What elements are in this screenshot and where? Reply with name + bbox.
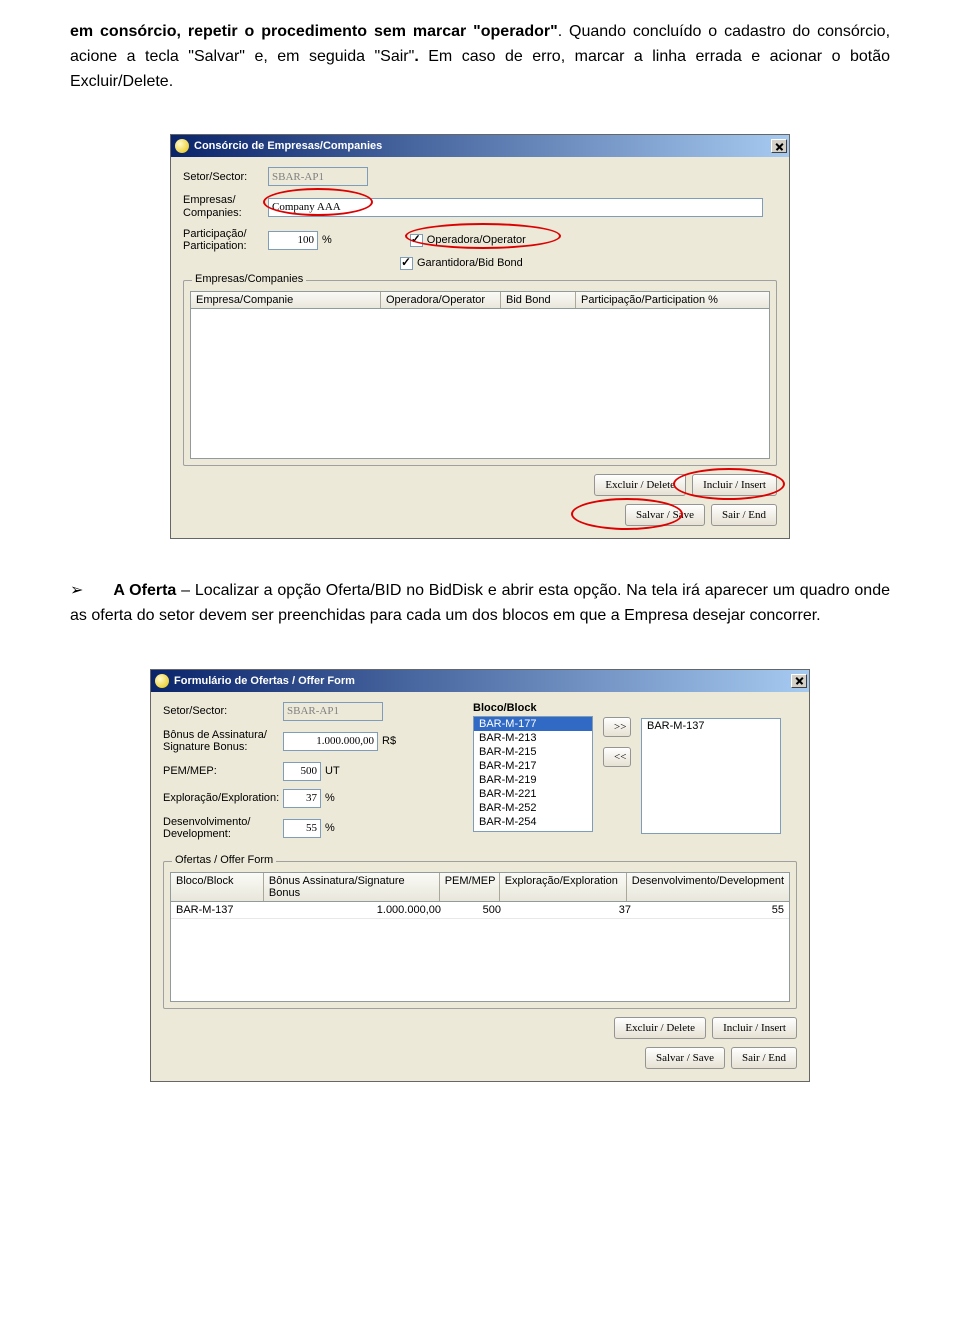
th-operadora[interactable]: Operadora/Operator xyxy=(381,292,501,308)
dev-unit: % xyxy=(325,822,335,834)
list-item[interactable]: BAR-M-177 xyxy=(474,717,592,731)
th-expl[interactable]: Exploração/Exploration xyxy=(500,873,627,901)
partic-unit: % xyxy=(322,234,332,246)
bullet-arrow-icon: ➢ xyxy=(70,582,83,599)
operadora-label: Operadora/Operator xyxy=(427,234,526,246)
oferta-text: – Localizar a opção Oferta/BID no BidDis… xyxy=(70,582,890,624)
operadora-checkbox[interactable]: Operadora/Operator xyxy=(410,234,526,247)
sair-button[interactable]: Sair / End xyxy=(711,504,777,526)
dev-input[interactable] xyxy=(283,819,321,838)
table-header: Empresa/Companie Operadora/Operator Bid … xyxy=(190,291,770,309)
bidbond-checkbox[interactable]: Garantidora/Bid Bond xyxy=(400,257,523,270)
bloco-selected-list[interactable]: BAR-M-137 xyxy=(641,718,781,834)
salvar-button[interactable]: Salvar / Save xyxy=(645,1047,725,1069)
empresas-groupbox: Empresas/Companies Empresa/Companie Oper… xyxy=(183,280,777,466)
table-row[interactable]: BAR-M-137 1.000.000,00 500 37 55 xyxy=(171,902,789,919)
list-item[interactable]: BAR-M-252 xyxy=(474,801,592,815)
intro-bold-dot: . xyxy=(414,48,428,65)
app-icon xyxy=(155,674,169,688)
list-item[interactable]: BAR-M-137 xyxy=(642,719,780,733)
incluir-button[interactable]: Incluir / Insert xyxy=(712,1017,797,1039)
label-bonus: Bônus de Assinatura/ Signature Bonus: xyxy=(163,729,283,754)
list-item[interactable]: BAR-M-213 xyxy=(474,731,592,745)
bonus-input[interactable] xyxy=(283,732,378,751)
sair-button[interactable]: Sair / End xyxy=(731,1047,797,1069)
checkbox-icon xyxy=(410,234,423,247)
th-empresa[interactable]: Empresa/Companie xyxy=(191,292,381,308)
move-left-button[interactable]: << xyxy=(603,747,631,767)
list-item[interactable]: BAR-M-256 xyxy=(474,829,592,832)
empresa-input[interactable] xyxy=(268,198,763,217)
expl-unit: % xyxy=(325,792,335,804)
label-empresas: Empresas/ Companies: xyxy=(183,194,268,219)
list-item[interactable]: BAR-M-217 xyxy=(474,759,592,773)
oferta-paragraph: ➢ A Oferta – Localizar a opção Oferta/BID… xyxy=(70,579,890,629)
move-right-button[interactable]: >> xyxy=(603,717,631,737)
incluir-button[interactable]: Incluir / Insert xyxy=(692,474,777,496)
excluir-button[interactable]: Excluir / Delete xyxy=(594,474,686,496)
excluir-button[interactable]: Excluir / Delete xyxy=(614,1017,706,1039)
label-expl: Exploração/Exploration: xyxy=(163,792,283,804)
label-partic: Participação/ Participation: xyxy=(183,228,268,253)
table-body[interactable]: BAR-M-137 1.000.000,00 500 37 55 xyxy=(170,902,790,1002)
th-bidbond[interactable]: Bid Bond xyxy=(501,292,576,308)
salvar-button[interactable]: Salvar / Save xyxy=(625,504,705,526)
th-bonus[interactable]: Bônus Assinatura/Signature Bonus xyxy=(264,873,440,901)
td-bonus: 1.000.000,00 xyxy=(266,902,446,918)
close-icon[interactable] xyxy=(791,674,807,688)
td-expl: 37 xyxy=(506,902,636,918)
label-bloco: Bloco/Block xyxy=(473,702,593,714)
intro-paragraph: em consórcio, repetir o procedimento sem… xyxy=(70,20,890,94)
intro-bold-1: em consórcio, repetir o procedimento sem… xyxy=(70,23,558,40)
consorcio-window: Consórcio de Empresas/Companies Setor/Se… xyxy=(170,134,790,539)
window-title: Consórcio de Empresas/Companies xyxy=(194,140,771,152)
th-bloco[interactable]: Bloco/Block xyxy=(171,873,264,901)
groupbox-legend: Ofertas / Offer Form xyxy=(172,854,276,866)
expl-input[interactable] xyxy=(283,789,321,808)
pem-unit: UT xyxy=(325,765,340,777)
groupbox-legend: Empresas/Companies xyxy=(192,273,306,285)
td-bloco: BAR-M-137 xyxy=(171,902,266,918)
close-icon[interactable] xyxy=(771,139,787,153)
pem-input[interactable] xyxy=(283,762,321,781)
label-setor: Setor/Sector: xyxy=(163,705,283,718)
window-title: Formulário de Ofertas / Offer Form xyxy=(174,675,791,687)
list-item[interactable]: BAR-M-254 xyxy=(474,815,592,829)
bidbond-label: Garantidora/Bid Bond xyxy=(417,257,523,269)
ofertas-groupbox: Ofertas / Offer Form Bloco/Block Bônus A… xyxy=(163,861,797,1009)
table-header: Bloco/Block Bônus Assinatura/Signature B… xyxy=(170,872,790,902)
td-dev: 55 xyxy=(636,902,789,918)
th-dev[interactable]: Desenvolvimento/Development xyxy=(627,873,789,901)
oferta-window: Formulário de Ofertas / Offer Form Setor… xyxy=(150,669,810,1083)
titlebar[interactable]: Consórcio de Empresas/Companies xyxy=(171,135,789,157)
app-icon xyxy=(175,139,189,153)
oferta-bold: A Oferta xyxy=(113,582,176,599)
list-item[interactable]: BAR-M-221 xyxy=(474,787,592,801)
partic-input[interactable] xyxy=(268,231,318,250)
checkbox-icon xyxy=(400,257,413,270)
th-participacao[interactable]: Participação/Participation % xyxy=(576,292,769,308)
list-item[interactable]: BAR-M-215 xyxy=(474,745,592,759)
th-pem[interactable]: PEM/MEP xyxy=(440,873,500,901)
bloco-available-list[interactable]: BAR-M-177 BAR-M-213 BAR-M-215 BAR-M-217 … xyxy=(473,716,593,832)
bonus-unit: R$ xyxy=(382,735,396,747)
setor-input xyxy=(268,167,368,186)
td-pem: 500 xyxy=(446,902,506,918)
titlebar[interactable]: Formulário de Ofertas / Offer Form xyxy=(151,670,809,692)
label-dev: Desenvolvimento/ Development: xyxy=(163,816,283,841)
setor-input xyxy=(283,702,383,721)
list-item[interactable]: BAR-M-219 xyxy=(474,773,592,787)
label-setor: Setor/Sector: xyxy=(183,171,268,183)
label-pem: PEM/MEP: xyxy=(163,765,283,777)
table-body[interactable] xyxy=(190,309,770,459)
